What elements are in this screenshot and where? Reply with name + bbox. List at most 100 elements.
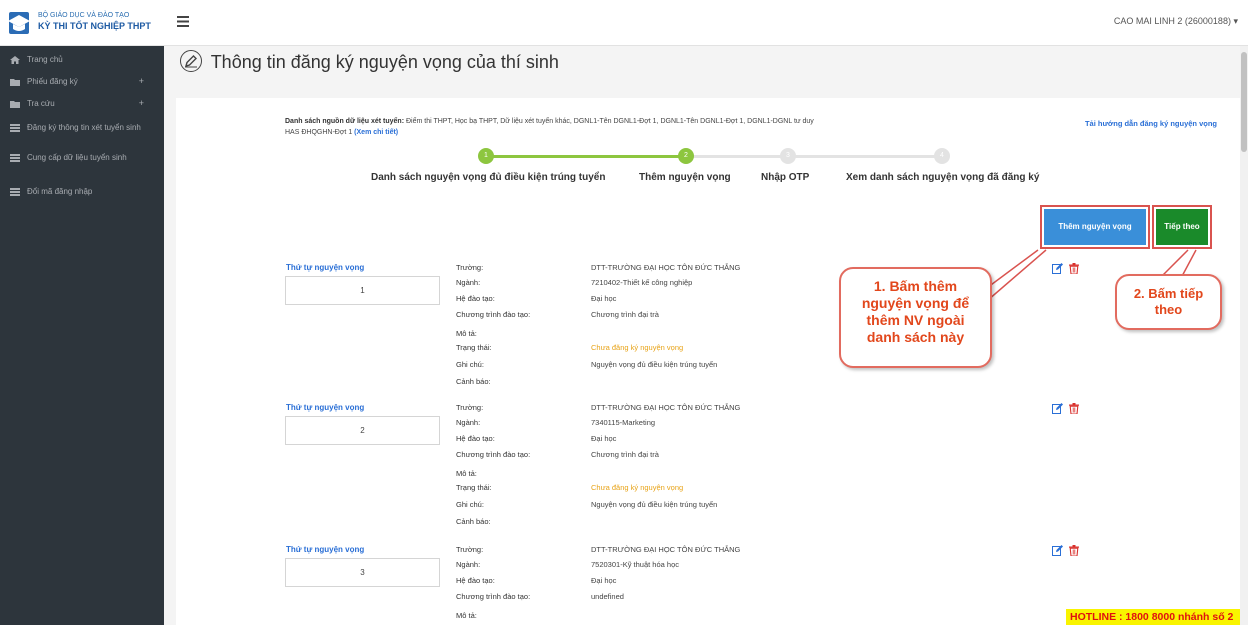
order-label: Thứ tự nguyện vọng <box>286 403 365 412</box>
folder-icon <box>10 79 20 86</box>
callout-next: 2. Bấm tiếp theo <box>1115 274 1222 330</box>
callout-line: nguyện vọng để <box>861 295 970 311</box>
program-label: Chương trình đào tạo: <box>456 310 531 319</box>
step-connector <box>687 155 942 158</box>
note-label: Ghi chú: <box>456 500 484 509</box>
scrollbar[interactable] <box>1240 46 1248 625</box>
highlight-add-button <box>1040 205 1150 249</box>
school-label: Trường: <box>456 403 484 412</box>
sidebar-item-provide-data[interactable]: Cung cấp dữ liệu tuyển sinh <box>0 146 164 182</box>
user-name: CAO MAI LINH 2 (26000188) <box>1113 16 1231 26</box>
user-menu[interactable]: CAO MAI LINH 2 (26000188) ▾ <box>1114 16 1238 27</box>
sidebar: BỘ GIÁO DỤC VÀ ĐÀO TẠO KỲ THI TỐT NGHIỆP… <box>0 0 164 625</box>
program-value: undefined <box>591 592 624 601</box>
step-connector <box>492 155 687 158</box>
callout-line: danh sách này <box>866 329 965 345</box>
order-input[interactable]: 3 <box>285 558 440 587</box>
step-4-dot: 4 <box>934 148 950 164</box>
expand-plus-icon[interactable]: + <box>139 98 144 109</box>
school-label: Trường: <box>456 545 484 554</box>
view-details-link[interactable]: (Xem chi tiết) <box>354 129 398 136</box>
topbar: CAO MAI LINH 2 (26000188) ▾ <box>164 0 1248 46</box>
sidebar-menu: Trang chủ Phiếu đăng ký + Tra cứu + Đăng… <box>0 50 164 204</box>
data-sources-label: Danh sách nguồn dữ liệu xét tuyển: <box>285 118 405 125</box>
logo-line-2: KỲ THI TỐT NGHIỆP THPT <box>38 21 151 31</box>
sidebar-item-home[interactable]: Trang chủ <box>0 50 164 72</box>
step-4-label: Xem danh sách nguyện vọng đã đăng ký <box>846 172 1040 183</box>
status-label: Trạng thái: <box>456 343 492 352</box>
description-label: Mô tả: <box>456 469 477 478</box>
training-type-value: Đại học <box>591 294 617 303</box>
step-1-label: Danh sách nguyện vọng đủ điều kiện trúng… <box>371 172 606 183</box>
callout-line: 1. Bấm thêm <box>873 278 958 294</box>
status-label: Trạng thái: <box>456 483 492 492</box>
training-type-value: Đại học <box>591 434 617 443</box>
note-label: Ghi chú: <box>456 360 484 369</box>
description-label: Mô tả: <box>456 329 477 338</box>
callout-add-wish: 1. Bấm thêm nguyện vọng để thêm NV ngoài… <box>839 267 992 368</box>
warning-label: Cảnh báo: <box>456 517 491 526</box>
status-value: Chưa đăng ký nguyện vọng <box>591 483 684 492</box>
folder-icon <box>10 101 20 108</box>
edit-icon[interactable] <box>1052 545 1063 556</box>
edit-icon[interactable] <box>1052 403 1063 414</box>
data-sources: Danh sách nguồn dữ liệu xét tuyển: Điểm … <box>285 116 815 138</box>
training-type-value: Đại học <box>591 576 617 585</box>
delete-icon[interactable] <box>1069 263 1079 274</box>
wish-entry: Thứ tự nguyện vọng 2 Trường: Ngành: Hệ đ… <box>176 403 1240 543</box>
major-label: Ngành: <box>456 278 481 287</box>
page-title: Thông tin đăng ký nguyện vọng của thí si… <box>180 50 559 73</box>
order-input[interactable]: 1 <box>285 276 440 305</box>
sidebar-item-change-login[interactable]: Đổi mã đăng nhập <box>0 182 164 204</box>
sidebar-item-label: Cung cấp dữ liệu tuyển sinh <box>27 153 127 162</box>
step-2-dot: 2 <box>678 148 694 164</box>
hotline-banner[interactable]: HOTLINE : 1800 8000 nhánh số 2 <box>1066 609 1248 625</box>
stepper: 1 2 3 4 Danh sách nguyện vọng đủ điều ki… <box>176 148 1240 188</box>
training-type-label: Hệ đào tạo: <box>456 576 495 585</box>
page-title-text: Thông tin đăng ký nguyện vọng của thí si… <box>210 52 559 72</box>
callout-line: theo <box>1154 302 1183 317</box>
program-value: Chương trình đại trà <box>591 450 659 459</box>
home-icon <box>10 56 20 64</box>
callout-line: thêm NV ngoài <box>866 312 965 328</box>
highlight-next-button <box>1152 205 1212 249</box>
school-value: DTT-TRƯỜNG ĐẠI HỌC TÔN ĐỨC THẮNG <box>591 545 741 554</box>
caret-down-icon: ▾ <box>1233 16 1238 26</box>
sidebar-item-label: Đổi mã đăng nhập <box>27 187 93 196</box>
sidebar-item-label: Phiếu đăng ký <box>27 77 78 86</box>
sidebar-item-label: Tra cứu <box>27 99 55 108</box>
delete-icon[interactable] <box>1069 403 1079 414</box>
training-type-label: Hệ đào tạo: <box>456 294 495 303</box>
major-label: Ngành: <box>456 560 481 569</box>
training-type-label: Hệ đào tạo: <box>456 434 495 443</box>
major-label: Ngành: <box>456 418 481 427</box>
program-label: Chương trình đào tạo: <box>456 592 531 601</box>
order-label: Thứ tự nguyện vọng <box>286 263 365 272</box>
logo[interactable]: BỘ GIÁO DỤC VÀ ĐÀO TẠO KỲ THI TỐT NGHIỆP… <box>0 0 164 46</box>
main-panel: Danh sách nguồn dữ liệu xét tuyển: Điểm … <box>176 98 1240 625</box>
list-icon <box>10 188 20 196</box>
major-value: 7210402-Thiết kế công nghiệp <box>591 278 693 287</box>
status-value: Chưa đăng ký nguyện vọng <box>591 343 684 352</box>
major-value: 7520301-Kỹ thuật hóa học <box>591 560 679 569</box>
step-3-dot: 3 <box>780 148 796 164</box>
edit-icon[interactable] <box>1052 263 1063 274</box>
download-guide-link[interactable]: Tải hướng dẫn đăng ký nguyện vọng <box>1085 119 1217 128</box>
sidebar-item-lookup[interactable]: Tra cứu + <box>0 94 164 116</box>
expand-plus-icon[interactable]: + <box>139 76 144 87</box>
order-input[interactable]: 2 <box>285 416 440 445</box>
hamburger-menu-icon[interactable] <box>177 16 189 27</box>
school-label: Trường: <box>456 263 484 272</box>
wish-entry: Thứ tự nguyện vọng 1 Trường: Ngành: Hệ đ… <box>176 263 1240 403</box>
step-1-dot: 1 <box>478 148 494 164</box>
callout-line: 2. Bấm tiếp <box>1133 286 1204 301</box>
sidebar-item-registration-form[interactable]: Phiếu đăng ký + <box>0 72 164 94</box>
school-value: DTT-TRƯỜNG ĐẠI HỌC TÔN ĐỨC THẮNG <box>591 263 741 272</box>
graduation-cap-icon <box>8 12 30 34</box>
logo-line-1: BỘ GIÁO DỤC VÀ ĐÀO TẠO <box>38 12 130 19</box>
sidebar-item-label: Trang chủ <box>27 55 63 64</box>
scrollbar-thumb[interactable] <box>1241 52 1247 152</box>
delete-icon[interactable] <box>1069 545 1079 556</box>
sidebar-item-admission-info[interactable]: Đăng ký thông tin xét tuyển sinh <box>0 116 164 146</box>
sidebar-item-label: Đăng ký thông tin xét tuyển sinh <box>27 123 141 132</box>
